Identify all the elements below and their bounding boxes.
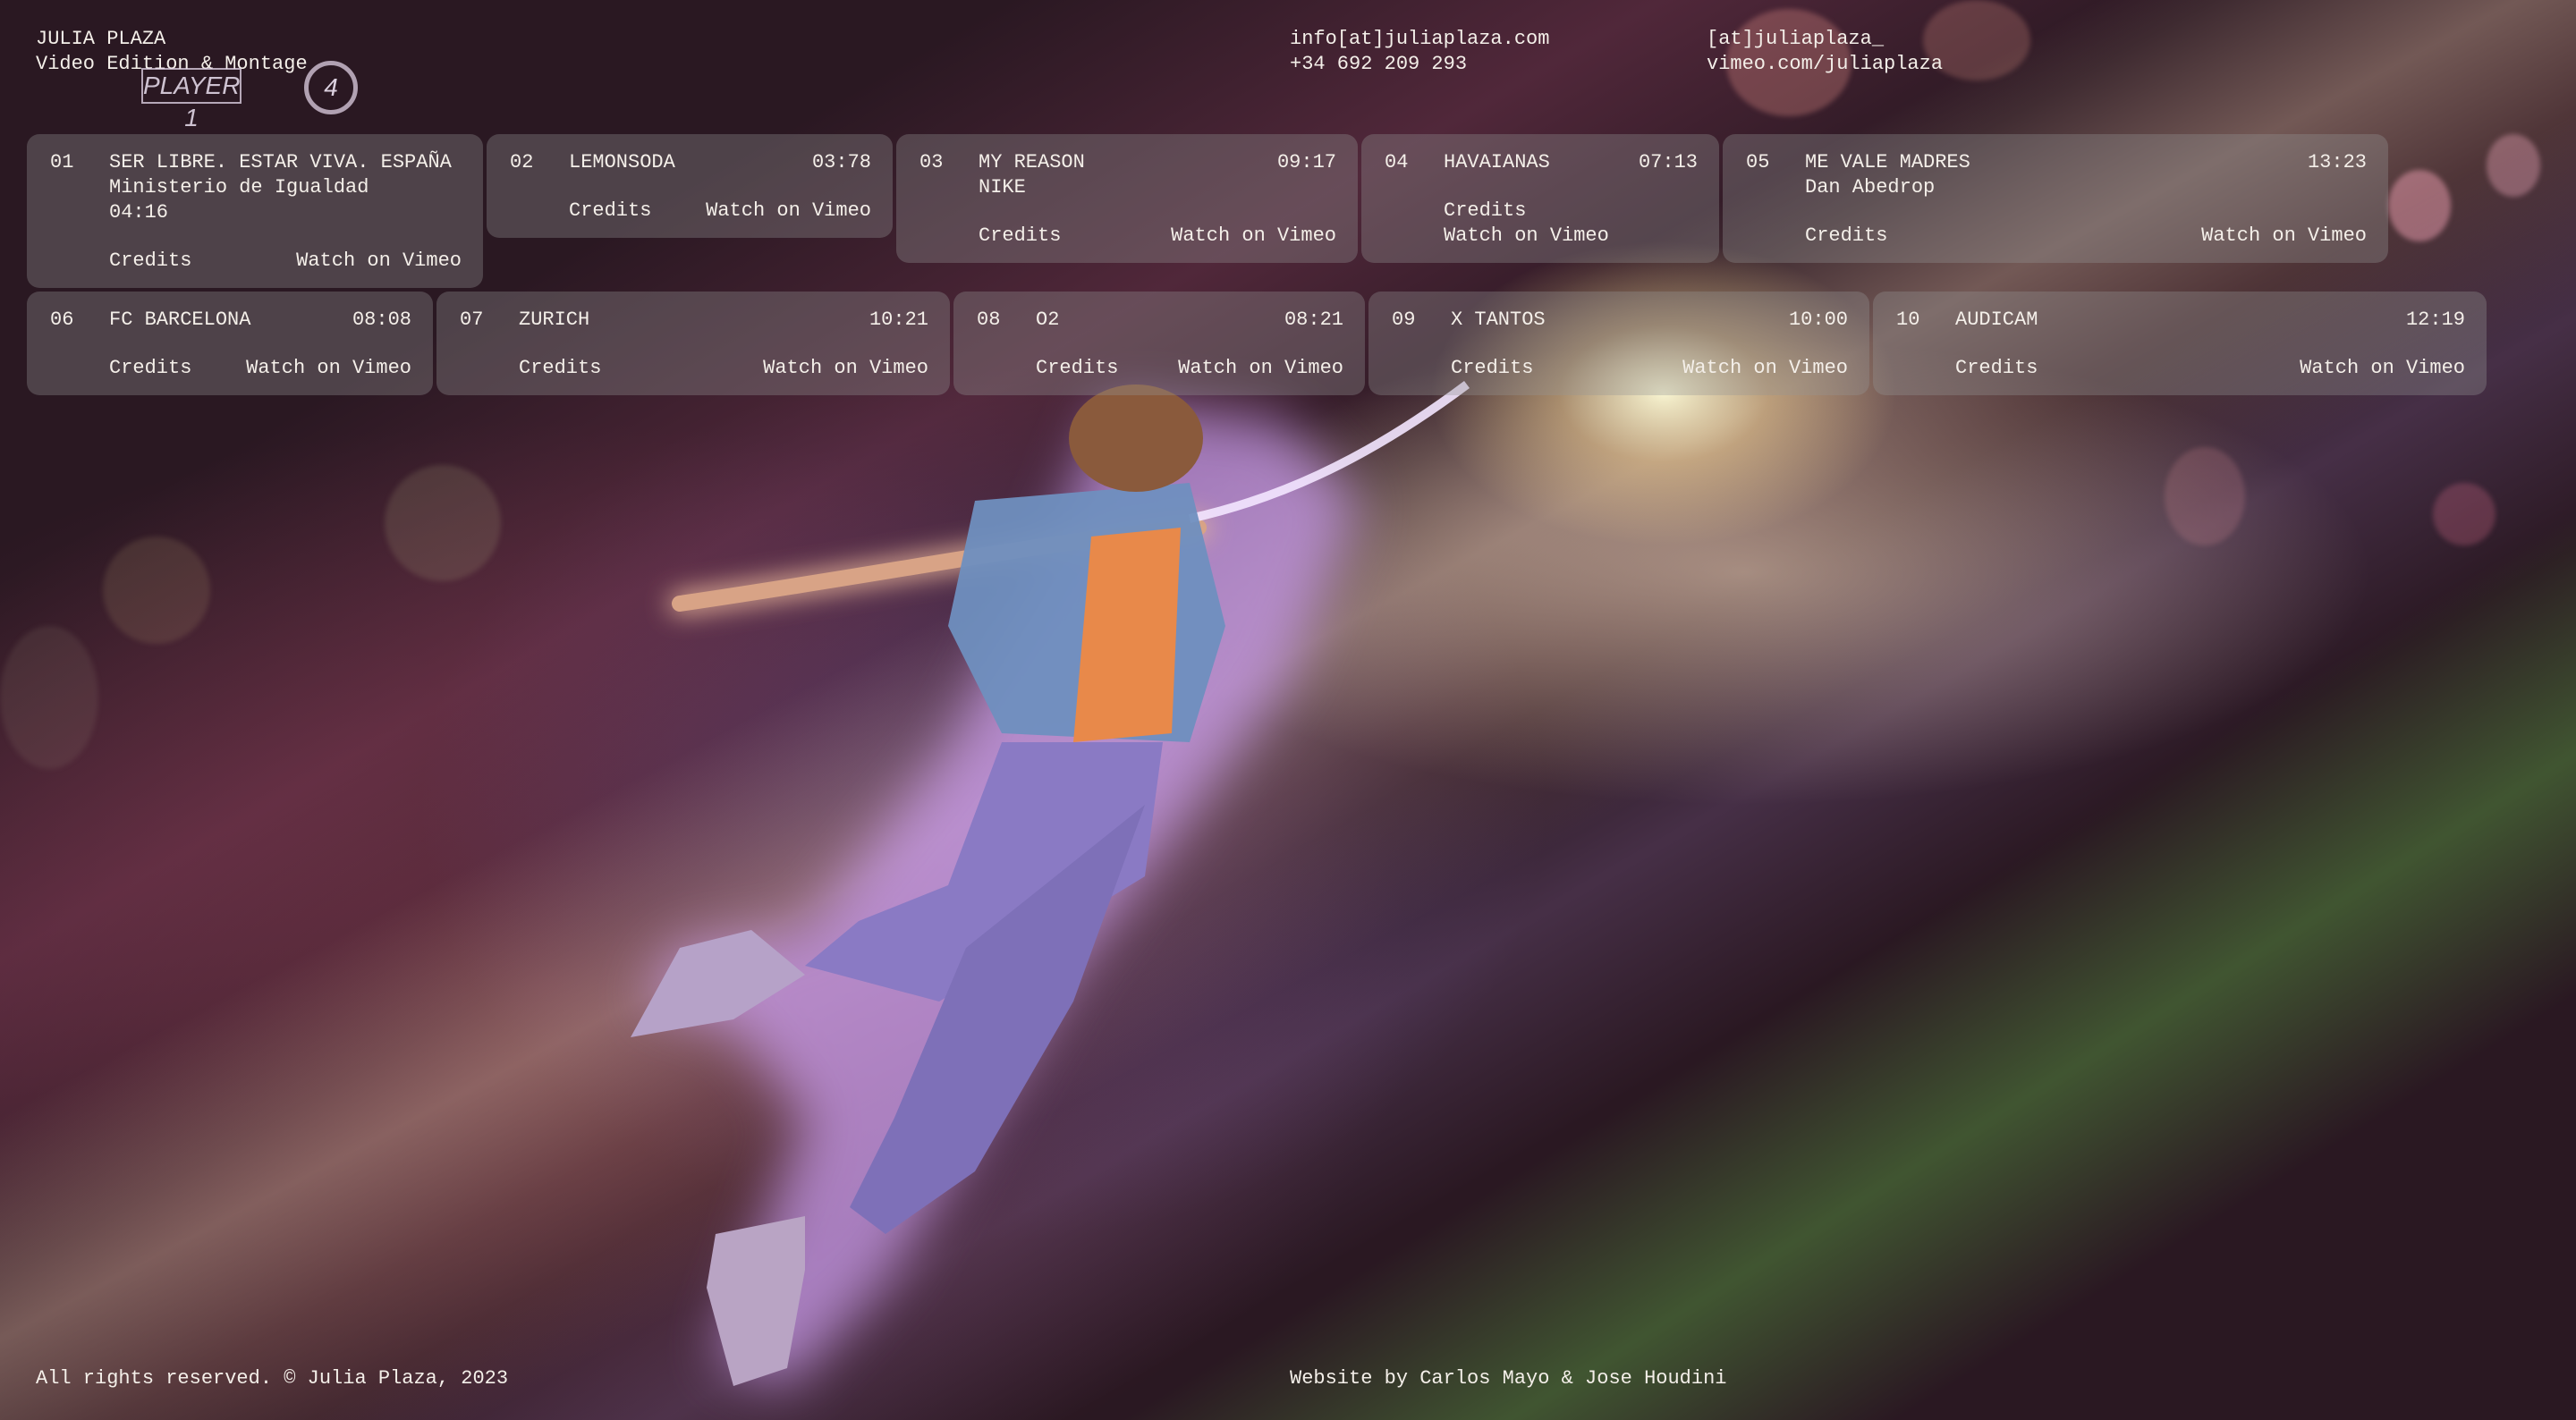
watch-on-vimeo-link[interactable]: Watch on Vimeo <box>2201 224 2367 249</box>
project-card-04[interactable]: 04 HAVAIANAS 07:13 Credits Watch on Vime… <box>1361 134 1719 263</box>
project-number: 09 <box>1392 309 1416 331</box>
project-card-03[interactable]: 03 MY REASON NIKE 09:17 Credits Watch on… <box>896 134 1358 263</box>
watch-on-vimeo-link[interactable]: Watch on Vimeo <box>706 199 871 224</box>
project-title: ZURICH <box>519 309 590 331</box>
project-number: 07 <box>460 309 484 331</box>
watch-on-vimeo-link[interactable]: Watch on Vimeo <box>246 356 411 381</box>
credits-link[interactable]: Credits <box>979 224 1061 249</box>
project-client: NIKE <box>979 176 1026 199</box>
vimeo-link[interactable]: vimeo.com/juliaplaza <box>1707 52 1943 77</box>
project-duration: 07:13 <box>1638 151 1698 173</box>
credits-link[interactable]: Credits <box>569 199 651 224</box>
project-title: O2 <box>1036 309 1060 331</box>
watch-on-vimeo-link[interactable]: Watch on Vimeo <box>763 356 928 381</box>
copyright-text: All rights reserved. © Julia Plaza, 2023 <box>36 1367 509 1390</box>
project-duration: 10:21 <box>869 309 928 331</box>
watch-on-vimeo-link[interactable]: Watch on Vimeo <box>1171 224 1336 249</box>
project-card-05[interactable]: 05 ME VALE MADRES Dan Abedrop 13:23 Cred… <box>1723 134 2388 263</box>
project-duration: 13:23 <box>2307 151 2367 173</box>
project-client: Dan Abedrop <box>1805 176 1936 199</box>
project-client: Ministerio de Igualdad <box>109 176 369 199</box>
project-card-10[interactable]: 10 AUDICAM 12:19 Credits Watch on Vimeo <box>1873 292 2487 395</box>
player-label-overlay: PLAYER 1 <box>141 68 242 131</box>
site-owner-name[interactable]: JULIA PLAZA <box>36 27 308 52</box>
instagram-link[interactable]: [at]juliaplaza_ <box>1707 27 1943 52</box>
project-duration: 04:16 <box>109 201 169 224</box>
project-title: SER LIBRE. ESTAR VIVA. ESPAÑA <box>109 151 452 173</box>
project-duration: 08:08 <box>352 309 411 331</box>
social-block: [at]juliaplaza_ vimeo.com/juliaplaza <box>1707 27 1943 77</box>
project-title: ME VALE MADRES <box>1805 151 1970 173</box>
credits-link[interactable]: Credits <box>1451 356 1533 381</box>
project-card-01[interactable]: 01 SER LIBRE. ESTAR VIVA. ESPAÑA Ministe… <box>27 134 483 288</box>
project-title: HAVAIANAS <box>1444 151 1550 173</box>
website-credit-link[interactable]: Website by Carlos Mayo & Jose Houdini <box>1290 1366 1726 1391</box>
project-duration: 12:19 <box>2405 309 2465 331</box>
watch-on-vimeo-link[interactable]: Watch on Vimeo <box>1682 356 1848 381</box>
watch-on-vimeo-link[interactable]: Watch on Vimeo <box>1178 356 1343 381</box>
project-card-08[interactable]: 08 O2 08:21 Credits Watch on Vimeo <box>953 292 1365 395</box>
project-number: 05 <box>1746 151 1770 173</box>
project-title: FC BARCELONA <box>109 309 251 331</box>
contact-block: info[at]juliaplaza.com +34 692 209 293 <box>1290 27 1549 77</box>
project-number: 03 <box>919 151 944 173</box>
site-header: JULIA PLAZA Video Edition & Montage info… <box>36 27 2540 80</box>
credits-link[interactable]: Credits <box>1444 199 1526 224</box>
watch-on-vimeo-link[interactable]: Watch on Vimeo <box>1444 224 1609 249</box>
project-card-07[interactable]: 07 ZURICH 10:21 Credits Watch on Vimeo <box>436 292 950 395</box>
project-card-06[interactable]: 06 FC BARCELONA 08:08 Credits Watch on V… <box>27 292 433 395</box>
project-title: LEMONSODA <box>569 151 675 173</box>
credits-link[interactable]: Credits <box>1036 356 1118 381</box>
project-title: X TANTOS <box>1451 309 1546 331</box>
project-card-09[interactable]: 09 X TANTOS 10:00 Credits Watch on Vimeo <box>1368 292 1869 395</box>
project-number: 08 <box>977 309 1001 331</box>
project-card-02[interactable]: 02 LEMONSODA 03:78 Credits Watch on Vime… <box>487 134 893 238</box>
credits-link[interactable]: Credits <box>109 356 191 381</box>
watch-on-vimeo-link[interactable]: Watch on Vimeo <box>296 249 462 274</box>
credits-link[interactable]: Credits <box>109 249 191 274</box>
project-number: 10 <box>1896 309 1920 331</box>
project-duration: 08:21 <box>1284 309 1343 331</box>
phone-link[interactable]: +34 692 209 293 <box>1290 52 1549 77</box>
watch-on-vimeo-link[interactable]: Watch on Vimeo <box>2300 356 2465 381</box>
credits-link[interactable]: Credits <box>1805 224 1887 249</box>
credits-link[interactable]: Credits <box>519 356 601 381</box>
player-number-overlay: 4 <box>304 61 358 114</box>
email-link[interactable]: info[at]juliaplaza.com <box>1290 27 1549 52</box>
project-number: 01 <box>50 151 74 173</box>
project-number: 02 <box>510 151 534 173</box>
project-duration: 03:78 <box>811 151 871 173</box>
project-title: AUDICAM <box>1955 309 2038 331</box>
project-number: 04 <box>1385 151 1409 173</box>
project-number: 06 <box>50 309 74 331</box>
project-duration: 10:00 <box>1788 309 1848 331</box>
credits-link[interactable]: Credits <box>1955 356 2038 381</box>
project-duration: 09:17 <box>1276 151 1336 173</box>
project-title: MY REASON <box>979 151 1085 173</box>
